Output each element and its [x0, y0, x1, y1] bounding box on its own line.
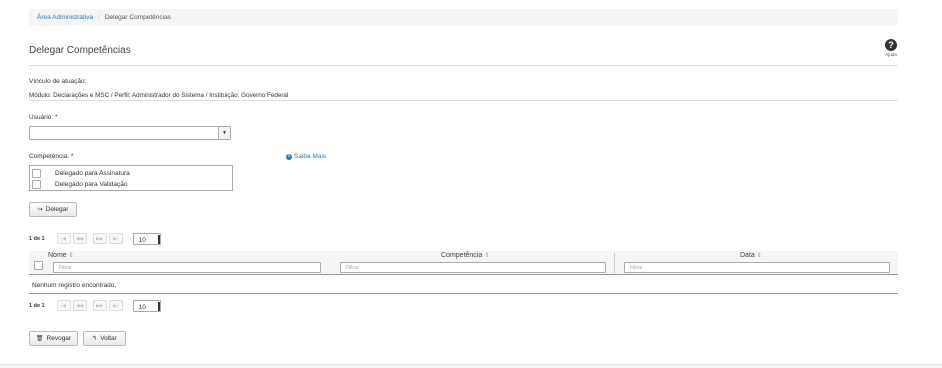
vinculo-divider	[29, 100, 898, 101]
page: Área Administrativa / Delegar Competênci…	[0, 0, 942, 365]
competencia-option[interactable]: Delegado para Validação	[32, 179, 128, 189]
saiba-mais-label: Saiba Mais	[294, 153, 327, 160]
column-header-data[interactable]: Data ⇕	[740, 252, 762, 259]
table-bottom-border	[29, 293, 898, 294]
voltar-button-label: Voltar	[100, 335, 117, 342]
revogar-button-label: Revogar	[46, 335, 72, 342]
help-button[interactable]: ? Ajuda	[883, 39, 899, 57]
delegar-button-label: Delegar	[45, 206, 69, 213]
breadcrumb-current: Delegar Competências	[104, 14, 171, 21]
table-header: Nome ⇕ Filtrar Competência ⇕ Filtrar Data ⇕…	[29, 251, 898, 275]
column-label: Competência	[441, 252, 483, 259]
pager-top: 1 de 1 |◀ ◀◀ ▶▶ ▶| 10	[29, 232, 161, 245]
previous-page-button[interactable]: ◀◀	[72, 233, 87, 244]
page-title: Delegar Competências	[29, 45, 131, 56]
sort-icon: ⇕	[68, 253, 74, 259]
checkbox[interactable]	[32, 168, 41, 178]
rows-per-page-value: 10	[138, 236, 146, 244]
previous-page-button[interactable]: ◀◀	[72, 300, 87, 311]
vinculo-value: Módulo: Declarações e MSC / Perfil: Admi…	[29, 92, 289, 99]
title-divider	[29, 65, 898, 66]
competencia-option-label: Delegado para Validação	[55, 180, 128, 188]
last-page-button[interactable]: ▶|	[108, 233, 123, 244]
reply-icon: ↰	[92, 336, 98, 342]
pager-count: 1 de 1	[29, 302, 45, 309]
pager-bottom: 1 de 1 |◀ ◀◀ ▶▶ ▶| 10	[29, 299, 161, 312]
filter-input-data[interactable]: Filtrar	[624, 262, 890, 273]
sort-icon: ⇕	[484, 253, 490, 259]
chevron-down-icon	[157, 234, 160, 244]
competencia-option-label: Delegado para Assinatura	[55, 169, 130, 177]
rows-per-page-select[interactable]: 10	[132, 232, 161, 245]
select-all-checkbox[interactable]	[34, 261, 43, 270]
pager-count: 1 de 1	[29, 235, 45, 242]
next-page-button[interactable]: ▶▶	[92, 233, 107, 244]
empty-message: Nenhum registro encontrado.	[32, 282, 117, 289]
help-label: Ajuda	[885, 52, 897, 57]
breadcrumb-home-link[interactable]: Área Administrativa	[37, 14, 93, 21]
share-icon: ↪	[37, 207, 43, 213]
competencia-option[interactable]: Delegado para Assinatura	[32, 168, 130, 178]
chevron-down-icon	[157, 301, 160, 311]
chevron-down-icon[interactable]: ▼	[218, 127, 230, 139]
competencia-listbox[interactable]: Delegado para Assinatura Delegado para V…	[29, 165, 233, 191]
breadcrumb: Área Administrativa / Delegar Competênci…	[29, 9, 898, 26]
question-circle-icon: ?	[885, 39, 897, 51]
trash-icon: 🗑	[35, 336, 44, 342]
usuario-select[interactable]: ▼	[29, 126, 231, 140]
column-header-competencia[interactable]: Competência ⇕	[441, 252, 489, 259]
filter-input-nome[interactable]: Filtrar	[53, 262, 321, 273]
filter-input-competencia[interactable]: Filtrar	[340, 262, 606, 273]
column-label: Nome	[48, 252, 67, 259]
last-page-button[interactable]: ▶|	[108, 300, 123, 311]
column-header-nome[interactable]: Nome ⇕	[48, 252, 74, 259]
rows-per-page-value: 10	[138, 303, 146, 311]
competencia-label: Competência: *	[29, 153, 74, 160]
usuario-label: Usuário: *	[29, 114, 58, 121]
rows-per-page-select[interactable]: 10	[132, 299, 161, 312]
revogar-button[interactable]: 🗑 Revogar	[29, 331, 78, 346]
breadcrumb-separator: /	[98, 14, 100, 21]
saiba-mais-link[interactable]: i Saiba Mais	[286, 153, 326, 160]
first-page-button[interactable]: |◀	[56, 300, 71, 311]
info-icon: i	[286, 153, 292, 160]
column-divider	[614, 253, 615, 273]
vinculo-label: Vínculo de atuação:	[29, 78, 87, 85]
next-page-button[interactable]: ▶▶	[92, 300, 107, 311]
column-label: Data	[740, 252, 755, 259]
first-page-button[interactable]: |◀	[56, 233, 71, 244]
sort-icon: ⇕	[756, 253, 762, 259]
checkbox[interactable]	[32, 179, 41, 189]
delegar-button[interactable]: ↪ Delegar	[29, 202, 77, 217]
voltar-button[interactable]: ↰ Voltar	[83, 331, 126, 346]
